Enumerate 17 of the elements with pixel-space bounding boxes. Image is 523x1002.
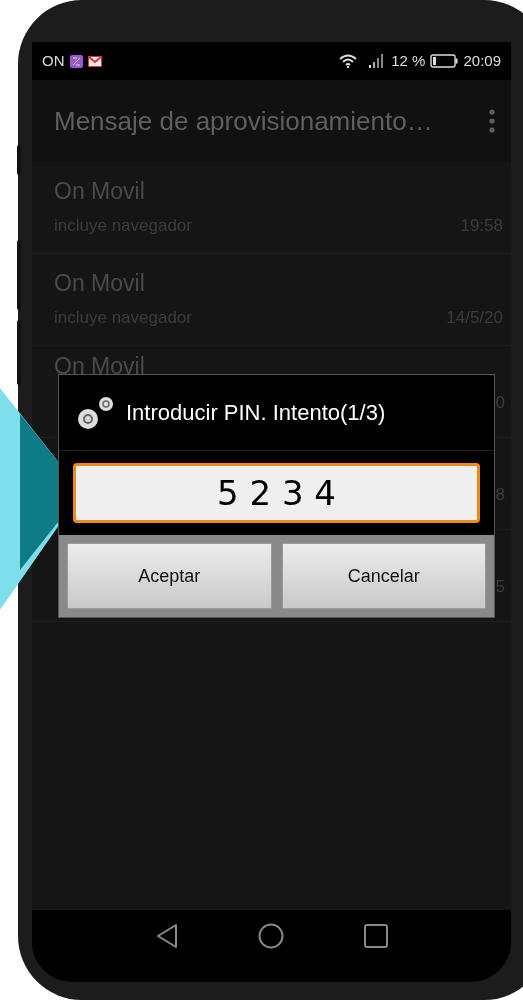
mail-icon: [87, 55, 102, 67]
dialog-button[interactable]: Cancelar: [281, 543, 486, 609]
dialog-button[interactable]: Aceptar: [67, 543, 272, 609]
app-notification-icon: [69, 54, 83, 68]
overflow-menu-icon[interactable]: [489, 109, 495, 133]
recents-icon[interactable]: [363, 924, 388, 948]
pin-input-field[interactable]: 5 2 3 4: [73, 463, 480, 523]
battery-percent: 12 %: [391, 50, 426, 71]
dialog-title: Introducir PIN. Intento(1/3): [126, 399, 386, 427]
carrier-label: ON: [42, 50, 65, 71]
battery-icon: [430, 54, 459, 68]
app-title: Mensaje de aprovisionamiento…: [54, 104, 434, 138]
wifi-icon: [339, 54, 358, 68]
clock-time: 20:09: [463, 50, 501, 71]
home-icon[interactable]: [257, 923, 284, 949]
gears-icon: [76, 394, 114, 431]
back-icon[interactable]: [155, 923, 178, 949]
